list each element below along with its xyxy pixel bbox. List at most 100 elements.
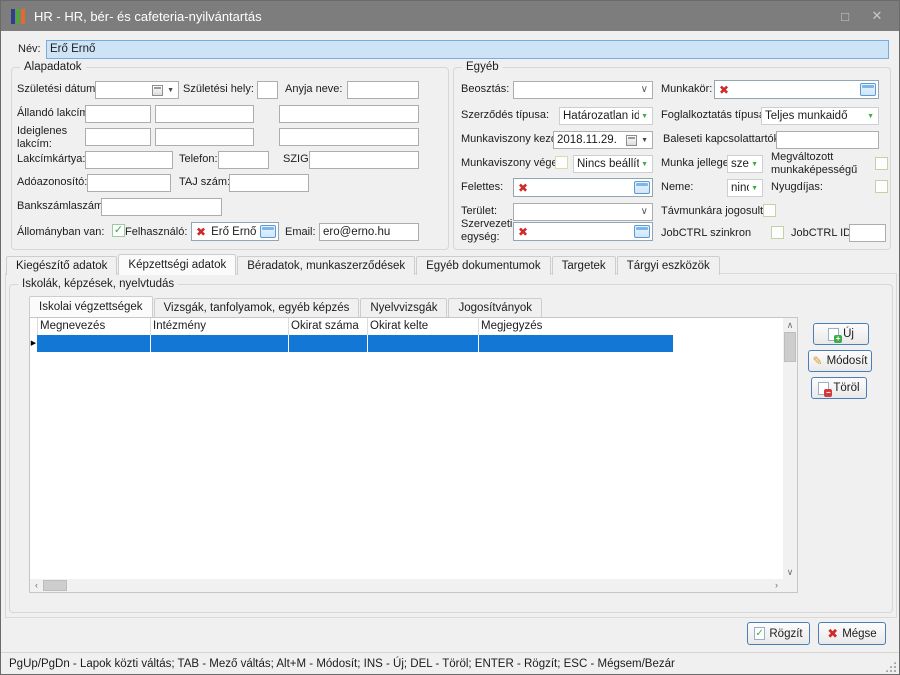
name-input[interactable]: Erő Ernő (46, 40, 889, 59)
temporary-address-zip-input[interactable] (85, 128, 151, 146)
jobctrl-sync-label: JobCTRL szinkron (661, 227, 751, 240)
dropdown-arrow-icon[interactable]: ▼ (639, 161, 652, 168)
accident-contacts-input[interactable] (776, 131, 879, 149)
accident-contacts-label: Baleseti kapcsolattartók: (663, 133, 782, 146)
taj-input[interactable] (229, 174, 309, 192)
save-button[interactable]: ✓ Rögzít (747, 622, 810, 645)
email-label: Email: (285, 226, 316, 239)
maximize-button[interactable]: □ (829, 1, 861, 31)
contract-type-dropdown[interactable]: Határozatlan idejű ▼ (559, 107, 653, 125)
dropdown-arrow-icon[interactable]: ▼ (865, 113, 878, 120)
bank-account-input[interactable] (101, 198, 222, 216)
horizontal-scrollbar[interactable] (30, 579, 797, 592)
clear-icon[interactable]: ✖ (194, 226, 208, 238)
window-picker-icon[interactable] (634, 225, 650, 238)
column-header-megjegyzes[interactable]: Megjegyzés (481, 320, 542, 332)
hr-window: HR - HR, bér- és cafeteria-nyilvántartás… (0, 0, 900, 675)
tab-kiegeszito-adatok[interactable]: Kiegészítő adatok (6, 256, 117, 275)
temporary-address-city-input[interactable] (155, 128, 254, 146)
dropdown-arrow-icon[interactable]: ▼ (166, 87, 178, 94)
status-bar: PgUp/PgDn - Lapok közti váltás; TAB - Me… (1, 652, 899, 675)
window-picker-icon[interactable] (634, 181, 650, 194)
id-card-input[interactable] (309, 151, 419, 169)
delete-button[interactable]: − Töröl (811, 377, 867, 399)
cancel-x-icon: ✖ (827, 627, 838, 640)
cancel-button-label: Mégse (842, 628, 877, 640)
column-header-megnevezes[interactable]: Megnevezés (40, 320, 105, 332)
delete-button-label: Töröl (833, 382, 859, 394)
gender-dropdown[interactable]: ninc ▼ (727, 179, 763, 197)
tab-beradatok[interactable]: Béradatok, munkaszerződések (237, 256, 415, 275)
tab-jogositvanyok[interactable]: Jogosítványok (448, 298, 542, 317)
tax-id-input[interactable] (87, 174, 171, 192)
clear-icon[interactable]: ✖ (516, 226, 530, 238)
supervisor-picker[interactable]: ✖ (513, 178, 653, 197)
org-unit-picker[interactable]: ✖ (513, 222, 653, 241)
table-row[interactable] (37, 335, 673, 352)
position-combo[interactable]: ∨ (513, 81, 653, 99)
work-nature-dropdown[interactable]: szell ▼ (727, 155, 763, 173)
dropdown-arrow-icon[interactable]: ▼ (640, 137, 652, 144)
chevron-down-icon[interactable]: ∨ (639, 207, 652, 217)
jobctrl-sync-checkbox[interactable] (771, 226, 784, 239)
remote-work-checkbox[interactable] (763, 204, 776, 217)
clear-icon[interactable]: ✖ (717, 84, 731, 96)
address-card-input[interactable] (85, 151, 173, 169)
tab-iskolai-vegzettsegek[interactable]: Iskolai végzettségek (29, 296, 153, 317)
pensioner-checkbox[interactable] (875, 180, 888, 193)
window-picker-icon[interactable] (260, 225, 276, 238)
phone-input[interactable] (218, 151, 269, 169)
permanent-address-city-input[interactable] (155, 105, 254, 123)
scroll-right-button[interactable]: › (770, 579, 783, 592)
education-table: Megnevezés Intézmény Okirat száma Okirat… (29, 317, 798, 593)
employment-start-picker[interactable]: 2018.11.29. ▼ (553, 131, 653, 149)
tab-egyeb-dokumentumok[interactable]: Egyéb dokumentumok (416, 256, 550, 275)
tab-nyelvvizsgak[interactable]: Nyelvvizsgák (360, 298, 447, 317)
dropdown-arrow-icon[interactable]: ▼ (749, 185, 762, 192)
scroll-down-button[interactable]: ∨ (783, 565, 797, 579)
mother-name-input[interactable] (347, 81, 419, 99)
tab-targyi-eszkozok[interactable]: Tárgyi eszközök (617, 256, 720, 275)
jobctrl-id-input[interactable] (849, 224, 886, 242)
email-input[interactable]: ero@erno.hu (319, 223, 419, 241)
employment-end-checkbox[interactable] (555, 156, 568, 169)
window-picker-icon[interactable] (860, 83, 876, 96)
vertical-scroll-thumb[interactable] (784, 332, 796, 362)
resize-grip[interactable] (885, 661, 896, 672)
tab-kepzettsegi-adatok[interactable]: Képzettségi adatok (118, 254, 236, 275)
user-picker[interactable]: ✖ Erő Ernő (191, 222, 279, 241)
column-header-okirat-szama[interactable]: Okirat száma (291, 320, 359, 332)
horizontal-scroll-thumb[interactable] (43, 580, 67, 591)
tab-vizsgak[interactable]: Vizsgák, tanfolyamok, egyéb képzés (154, 298, 360, 317)
scroll-up-button[interactable]: ∧ (783, 318, 797, 332)
column-header-intezmeny[interactable]: Intézmény (153, 320, 206, 332)
employment-end-dropdown[interactable]: Nincs beállítva ▼ (573, 155, 653, 173)
app-icon (11, 9, 26, 24)
employment-type-dropdown[interactable]: Teljes munkaidő ▼ (761, 107, 879, 125)
scroll-left-button[interactable]: ‹ (30, 579, 43, 592)
window-title: HR - HR, bér- és cafeteria-nyilvántartás (34, 9, 262, 24)
chevron-down-icon[interactable]: ∨ (639, 85, 652, 95)
area-combo[interactable]: ∨ (513, 203, 653, 221)
clear-icon[interactable]: ✖ (516, 182, 530, 194)
changed-work-capacity-checkbox[interactable] (875, 157, 888, 170)
birth-place-input[interactable] (257, 81, 278, 99)
dropdown-arrow-icon[interactable]: ▼ (749, 161, 762, 168)
on-staff-checkbox[interactable]: ✓ (112, 224, 125, 237)
tab-targetek[interactable]: Targetek (552, 256, 616, 275)
job-role-picker[interactable]: ✖ (714, 80, 879, 99)
cancel-button[interactable]: ✖ Mégse (818, 622, 886, 645)
close-button[interactable]: ✕ (861, 1, 893, 31)
permanent-address-street-input[interactable] (279, 105, 419, 123)
birth-date-picker[interactable]: ▼ (95, 81, 179, 99)
new-button[interactable]: + Új (813, 323, 869, 345)
dropdown-arrow-icon[interactable]: ▼ (639, 113, 652, 120)
temporary-address-street-input[interactable] (279, 128, 419, 146)
edit-button-label: Módosít (827, 355, 868, 367)
edit-button[interactable]: ✎ Módosít (808, 350, 872, 372)
permanent-address-zip-input[interactable] (85, 105, 151, 123)
position-label: Beosztás: (461, 83, 509, 96)
work-nature-value: szell (728, 156, 749, 172)
changed-work-capacity-label: Megváltozott munkaképességű (771, 151, 873, 177)
column-header-okirat-kelte[interactable]: Okirat kelte (370, 320, 428, 332)
